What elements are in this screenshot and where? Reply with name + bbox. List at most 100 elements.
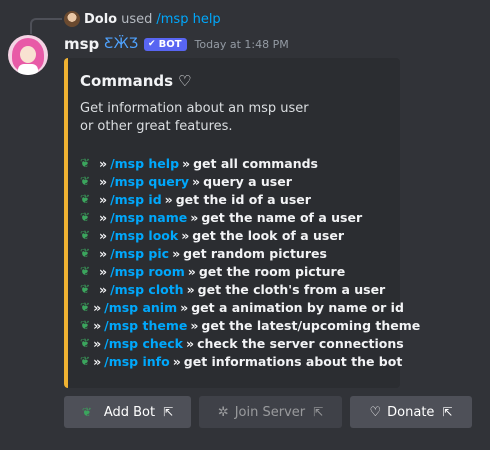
sprout-icon: ❦	[80, 156, 91, 170]
command-row: ❦»/msp info» get informations about the b…	[80, 352, 402, 370]
bot-username[interactable]: msp	[64, 35, 99, 53]
separator: »	[181, 227, 190, 243]
add-bot-button[interactable]: ❦ Add Bot ⇱	[64, 396, 191, 428]
add-bot-label: Add Bot	[103, 404, 156, 420]
command-link[interactable]: /msp id	[110, 192, 162, 207]
separator: »	[93, 335, 102, 351]
command-list: ❦»/msp help» get all commands ❦»/msp query…	[80, 154, 420, 370]
command-description: get random pictures	[183, 245, 327, 261]
separator: »	[93, 317, 102, 333]
donate-button[interactable]: ♡ Donate ⇱	[350, 396, 472, 428]
command-description: get the name of a user	[201, 209, 363, 225]
command-link[interactable]: /msp look	[110, 228, 178, 243]
separator: »	[93, 353, 102, 369]
command-row: ❦»/msp room» get the room picture	[80, 262, 388, 280]
separator: »	[99, 155, 108, 171]
separator: »	[180, 299, 189, 315]
command-row: ❦»/msp id» get the id of a user	[80, 190, 388, 208]
command-link[interactable]: /msp cloth	[110, 282, 184, 297]
reply-username[interactable]: Dolo	[84, 12, 117, 27]
server-icon: ✲	[217, 404, 229, 420]
command-row: ❦»/msp cloth» get the cloth's from a user	[80, 280, 388, 298]
command-link[interactable]: /msp query	[110, 174, 189, 189]
commands-embed: Commands ♡ Get information about an msp …	[64, 58, 420, 388]
command-row: ❦»/msp check» check the server connection…	[80, 334, 404, 352]
separator: »	[182, 155, 191, 171]
separator: »	[190, 209, 199, 225]
sprout-icon: ❦	[80, 174, 91, 188]
command-link[interactable]: /msp room	[110, 264, 185, 279]
separator: »	[190, 317, 199, 333]
sprout-icon: ❦	[81, 405, 92, 419]
separator: »	[99, 263, 108, 279]
reply-used-text: used	[121, 11, 153, 27]
bot-tag: ✔ BOT	[144, 37, 187, 51]
separator: »	[172, 245, 181, 261]
sprout-icon: ❦	[80, 300, 91, 314]
sprout-icon: ❦	[80, 210, 91, 224]
command-description: get a animation by name or id	[191, 299, 404, 315]
check-icon: ✔	[148, 39, 156, 49]
command-link[interactable]: /msp theme	[104, 318, 187, 333]
butterfly-icon: ƸӜƷ	[104, 36, 139, 52]
command-link[interactable]: /msp name	[110, 210, 187, 225]
separator: »	[185, 335, 195, 351]
separator: »	[172, 353, 181, 369]
separator: »	[192, 173, 201, 189]
separator: »	[99, 281, 108, 297]
sprout-icon: ❦	[80, 246, 91, 260]
separator: »	[99, 245, 108, 261]
separator: »	[99, 227, 108, 243]
embed-title: Commands ♡	[80, 72, 388, 90]
command-row: ❦»/msp name» get the name of a user	[80, 208, 388, 226]
command-row: ❦»/msp help» get all commands	[80, 154, 388, 172]
command-description: get the latest/upcoming theme	[201, 317, 421, 333]
separator: »	[93, 299, 102, 315]
command-row: ❦»/msp theme» get the latest/upcoming the…	[80, 316, 420, 334]
reply-avatar[interactable]	[64, 11, 80, 27]
external-link-icon: ⇱	[313, 405, 324, 419]
bot-tag-label: BOT	[158, 38, 182, 50]
timestamp: Today at 1:48 PM	[194, 37, 289, 51]
reply-connector	[30, 18, 62, 34]
command-description: get the room picture	[198, 263, 346, 279]
command-row: ❦»/msp query» query a user	[80, 172, 388, 190]
sprout-icon: ❦	[80, 336, 91, 350]
embed-description-line: Get information about an msp user	[80, 101, 309, 116]
join-server-label: Join Server	[234, 404, 306, 420]
action-buttons: ❦ Add Bot ⇱ ✲ Join Server ⇱ ♡ Donate ⇱	[64, 396, 472, 428]
reply-command[interactable]: /msp help	[156, 12, 220, 27]
sprout-icon: ❦	[80, 318, 91, 332]
command-description: check the server connections	[197, 335, 404, 351]
sprout-icon: ❦	[80, 354, 91, 368]
join-server-button[interactable]: ✲ Join Server ⇱	[199, 396, 342, 428]
reply-reference[interactable]: Dolo used /msp help	[64, 10, 221, 28]
command-link[interactable]: /msp pic	[110, 246, 169, 261]
separator: »	[187, 263, 196, 279]
sprout-icon: ❦	[80, 228, 91, 242]
bot-avatar[interactable]	[8, 35, 48, 75]
heart-icon: ♡	[369, 404, 382, 420]
command-link[interactable]: /msp help	[110, 156, 179, 171]
command-link[interactable]: /msp info	[104, 354, 170, 369]
embed-title-text: Commands	[80, 72, 174, 90]
command-description: get the look of a user	[192, 227, 344, 243]
embed-description: Get information about an msp user or oth…	[80, 100, 388, 136]
sprout-icon: ❦	[80, 282, 91, 296]
command-description: get the cloth's from a user	[197, 281, 386, 297]
embed-description-line: or other great features.	[80, 119, 233, 134]
command-row: ❦»/msp look» get the look of a user	[80, 226, 388, 244]
donate-label: Donate	[387, 404, 435, 420]
separator: »	[186, 281, 195, 297]
separator: »	[99, 209, 108, 225]
heart-icon: ♡	[178, 72, 192, 90]
command-row: ❦»/msp pic» get random pictures	[80, 244, 388, 262]
command-link[interactable]: /msp anim	[104, 300, 177, 315]
external-link-icon: ⇱	[442, 405, 453, 419]
separator: »	[99, 191, 108, 207]
command-link[interactable]: /msp check	[104, 336, 183, 351]
separator: »	[99, 173, 108, 189]
command-row: ❦»/msp anim» get a animation by name or i…	[80, 298, 404, 316]
command-description: get the id of a user	[175, 191, 311, 207]
separator: »	[164, 191, 173, 207]
